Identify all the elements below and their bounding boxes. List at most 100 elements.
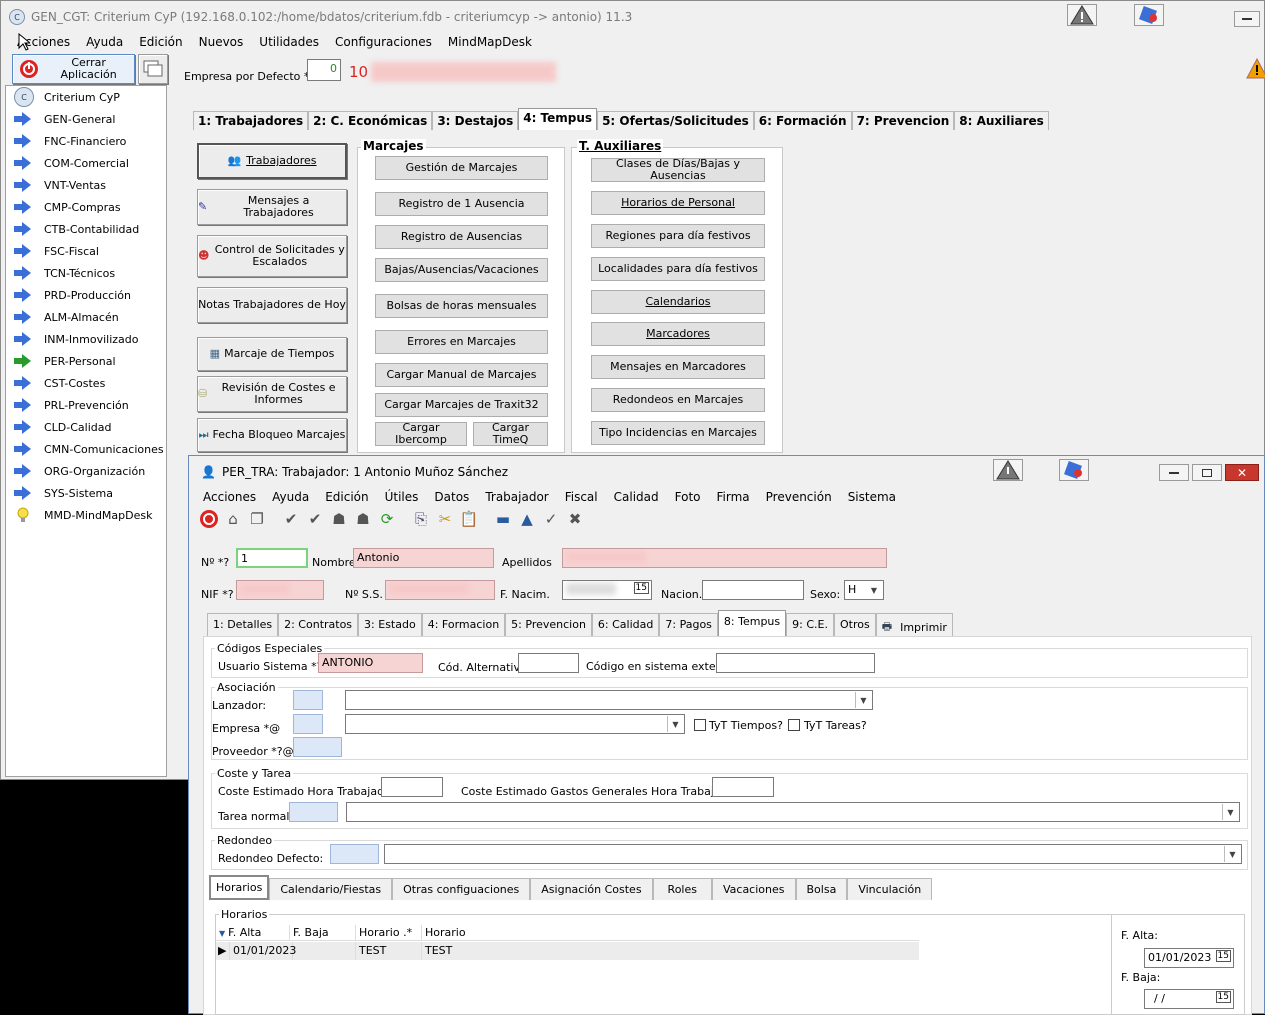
cmenu-sistema[interactable]: Sistema (848, 490, 896, 504)
sidebar-item-tcn[interactable]: TCN-Técnicos (6, 262, 166, 284)
apellidos-input[interactable] (562, 548, 887, 568)
col-falta[interactable]: ▼ F. Alta (216, 925, 290, 940)
cargar-ibercomp-button[interactable]: Cargar Ibercomp (375, 422, 467, 446)
cmenu-calidad[interactable]: Calidad (614, 490, 659, 504)
tab-formacion[interactable]: 6: Formación (753, 111, 852, 130)
alt-input[interactable] (518, 653, 579, 673)
cmenu-datos[interactable]: Datos (434, 490, 469, 504)
cargar-traxit-button[interactable]: Cargar Marcajes de Traxit32 (375, 393, 548, 417)
child-minimize-button[interactable] (1159, 464, 1189, 481)
calendar-icon[interactable]: 15 (1215, 950, 1231, 962)
calendarios-button[interactable]: Calendarios (591, 290, 765, 314)
marcadores-button[interactable]: Marcadores (591, 322, 765, 346)
tab-ofertas[interactable]: 5: Ofertas/Solicitudes (597, 111, 754, 130)
col-horario-code[interactable]: Horario .* (356, 925, 422, 940)
cmenu-trabajador[interactable]: Trabajador (485, 490, 548, 504)
col-horario[interactable]: Horario (422, 925, 919, 940)
triangle-up-icon[interactable]: ▲ (515, 508, 539, 530)
lanzador-select[interactable]: ▼ (345, 690, 873, 710)
marcaje-tiempos-button[interactable]: ▦ Marcaje de Tiempos (197, 337, 347, 371)
menu-configuraciones[interactable]: Configuraciones (335, 35, 432, 49)
cancel-icon[interactable]: ✖ (563, 508, 587, 530)
tab-trabajadores[interactable]: 1: Trabajadores (193, 111, 309, 130)
tab-prevencion[interactable]: 7: Prevencion (851, 111, 955, 130)
trabajadores-button[interactable]: 👥 Trabajadores (197, 143, 347, 179)
select-icon[interactable]: ✔ (303, 508, 327, 530)
ext-input[interactable] (716, 653, 875, 673)
nacion-input[interactable] (702, 580, 804, 600)
gestion-marcajes-button[interactable]: Gestión de Marcajes (375, 156, 548, 180)
child-close-button[interactable]: ✕ (1225, 464, 1259, 481)
sidebar-item-cmp[interactable]: CMP-Compras (6, 196, 166, 218)
registro-ausencias-button[interactable]: Registro de Ausencias (375, 225, 548, 249)
empresa-input[interactable]: 0 (307, 59, 341, 81)
cmenu-firma[interactable]: Firma (717, 490, 750, 504)
proveedor-code[interactable] (293, 737, 342, 757)
cmenu-ayuda[interactable]: Ayuda (272, 490, 309, 504)
tyt-tareas-checkbox[interactable] (788, 719, 800, 731)
table-row[interactable]: ▶ 01/01/2023 TEST TEST (216, 942, 919, 960)
tarea-select[interactable]: ▼ (346, 802, 1240, 822)
fnac-input[interactable]: 15 (562, 580, 652, 600)
paste-icon[interactable]: 📋 (457, 508, 481, 530)
sexo-select[interactable]: H ▼ (844, 580, 884, 600)
close-app-button[interactable]: Cerrar Aplicación (12, 54, 135, 84)
registro-1-ausencia-button[interactable]: Registro de 1 Ausencia (375, 192, 548, 216)
errores-marcajes-button[interactable]: Errores en Marcajes (375, 330, 548, 354)
nif-input[interactable] (236, 580, 324, 600)
regiones-festivos-button[interactable]: Regiones para día festivos (591, 224, 765, 248)
sidebar-item-cst[interactable]: CST-Costes (6, 372, 166, 394)
sidebar-item-vnt[interactable]: VNT-Ventas (6, 174, 166, 196)
sidebar-item-fnc[interactable]: FNC-Financiero (6, 130, 166, 152)
sidebar-item-inm[interactable]: INM-Inmovilizado (6, 328, 166, 350)
sidebar-item-com[interactable]: COM-Comercial (6, 152, 166, 174)
menu-nuevos[interactable]: Nuevos (199, 35, 244, 49)
horarios-personal-button[interactable]: Horarios de Personal (591, 191, 765, 215)
control-solicitudes-button[interactable]: ☻ Control de Solicitades y Escalados (197, 235, 347, 277)
calendar-icon[interactable]: 15 (1215, 991, 1231, 1003)
copy-icon[interactable]: ⎘ (409, 508, 433, 530)
revision-costes-button[interactable]: ⛁ Revisión de Costes e Informes (197, 376, 347, 412)
fecha-bloqueo-button[interactable]: ⏭ Fecha Bloqueo Marcajes (197, 418, 347, 452)
sidebar-item-cld[interactable]: CLD-Calidad (6, 416, 166, 438)
tab-tempus[interactable]: 4: Tempus (518, 108, 598, 130)
sidebar-item-cmn[interactable]: CMN-Comunicaciones (6, 438, 166, 460)
redondeo-select[interactable]: ▼ (384, 844, 1242, 864)
sidebar-item-ctb[interactable]: CTB-Contabilidad (6, 218, 166, 240)
cmenu-prevencion[interactable]: Prevención (766, 490, 832, 504)
menu-ayuda[interactable]: Ayuda (86, 35, 123, 49)
minimize-button[interactable] (1234, 11, 1260, 27)
windows-button[interactable] (138, 54, 168, 84)
mensajes-marcadores-button[interactable]: Mensajes en Marcadores (591, 355, 765, 379)
menu-utilidades[interactable]: Utilidades (259, 35, 319, 49)
tab-auxiliares[interactable]: 8: Auxiliares (954, 111, 1049, 130)
minus-icon[interactable]: ▬ (491, 508, 515, 530)
cmenu-fiscal[interactable]: Fiscal (565, 490, 598, 504)
empresa-select[interactable]: ▼ (345, 714, 685, 734)
subtab-asignacion-costes[interactable]: Asignación Costes (530, 878, 653, 900)
sidebar-item-alm[interactable]: ALM-Almacén (6, 306, 166, 328)
sidebar-item-fsc[interactable]: FSC-Fiscal (6, 240, 166, 262)
subtab-calendario[interactable]: Calendario/Fiestas (269, 878, 393, 900)
tarea-code[interactable] (289, 802, 338, 822)
subtab-roles[interactable]: Roles (652, 878, 712, 900)
subtab-horarios[interactable]: Horarios (209, 875, 270, 900)
num-input[interactable]: 1 (236, 548, 308, 568)
coste-hora-input[interactable] (381, 777, 443, 797)
binoculars-next-icon[interactable]: ☗ (351, 508, 375, 530)
sidebar-item-mmd[interactable]: MMD-MindMapDesk (6, 504, 166, 526)
calendar-icon[interactable]: 15 (633, 582, 649, 594)
sidebar-item-org[interactable]: ORG-Organización (6, 460, 166, 482)
child-tools-icon[interactable] (1059, 459, 1089, 481)
nss-input[interactable] (385, 580, 495, 600)
subtab-bolsa[interactable]: Bolsa (795, 878, 848, 900)
redondeos-marcajes-button[interactable]: Redondeos en Marcajes (591, 388, 765, 412)
menu-edicion[interactable]: Edición (139, 35, 182, 49)
check-icon[interactable]: ✓ (539, 508, 563, 530)
cargar-timeq-button[interactable]: Cargar TimeQ (473, 422, 548, 446)
cargar-manual-button[interactable]: Cargar Manual de Marcajes (375, 363, 548, 387)
bajas-ausencias-button[interactable]: Bajas/Ausencias/Vacaciones (375, 258, 548, 282)
sidebar-item-gen[interactable]: GEN-General (6, 108, 166, 130)
warning-icon[interactable] (1067, 4, 1097, 26)
notas-trabajadores-button[interactable]: Notas Trabajadores de Hoy (197, 287, 347, 323)
